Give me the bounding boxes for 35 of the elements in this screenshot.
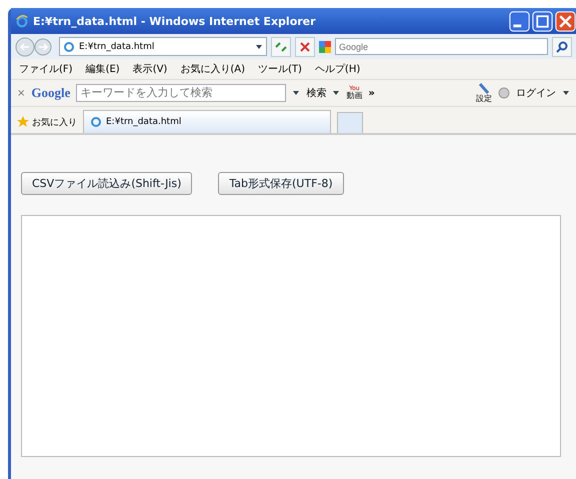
menu-item[interactable]: 表示(V) <box>132 62 168 76</box>
menu-item[interactable]: ヘルプ(H) <box>314 62 360 76</box>
user-icon <box>498 87 510 99</box>
window-title: E:¥trn_data.html - Windows Internet Explorer <box>33 14 317 28</box>
login-button[interactable]: ログイン <box>516 86 556 100</box>
page-icon <box>63 40 75 52</box>
menu-item[interactable]: ツール(T) <box>258 62 302 76</box>
search-field[interactable]: Google <box>335 38 548 55</box>
browser-logo-icon <box>15 14 29 28</box>
maximize-button[interactable] <box>532 10 553 32</box>
minimize-button[interactable] <box>509 10 530 32</box>
stop-icon[interactable] <box>295 36 315 56</box>
page-button[interactable]: CSVファイル読込み(Shift-Jis) <box>21 172 192 195</box>
caret-icon[interactable] <box>562 89 570 97</box>
close-button[interactable] <box>555 10 576 32</box>
caret-icon[interactable] <box>292 89 300 97</box>
caret-icon[interactable] <box>255 42 263 50</box>
menu-item[interactable]: ファイル(F) <box>19 62 73 76</box>
close-toolbar-button[interactable]: × <box>17 88 26 98</box>
browser-tab[interactable]: E:¥trn_data.html <box>83 110 331 133</box>
menu-item[interactable]: 編集(E) <box>86 62 120 76</box>
address-field[interactable]: E:¥trn_data.html <box>59 37 267 56</box>
caret-icon[interactable] <box>332 89 340 97</box>
keyword-field[interactable]: キーワードを入力して検索 <box>76 84 286 102</box>
page-icon <box>90 116 102 128</box>
search-button[interactable]: 検索 <box>306 86 326 100</box>
more-button[interactable]: » <box>368 88 375 98</box>
page-button[interactable]: Tab形式保存(UTF-8) <box>218 172 344 195</box>
search-provider-icon <box>319 40 331 52</box>
search-icon[interactable] <box>552 36 572 56</box>
star-icon <box>17 116 29 128</box>
menu-item[interactable]: お気に入り(A) <box>180 62 245 76</box>
favorites-button[interactable]: お気に入り <box>17 111 77 133</box>
toolbar-logo: Google <box>31 85 70 101</box>
settings-button[interactable]: 設定 <box>476 83 492 103</box>
